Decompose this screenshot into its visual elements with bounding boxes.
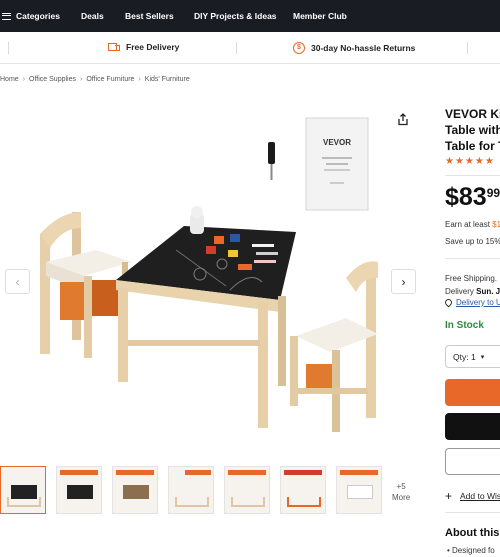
manual-brand: VEVOR (323, 138, 351, 147)
delivery-date: Sun. J (476, 287, 500, 296)
free-delivery-promo[interactable]: Free Delivery (108, 42, 179, 52)
breadcrumb-home[interactable]: Home (0, 76, 19, 83)
share-icon (398, 112, 408, 125)
chevron-right-icon: › (22, 76, 26, 83)
price-dollars: $83 (445, 183, 487, 211)
product-price: $83 99 (445, 183, 500, 212)
thumbnail-image (116, 470, 154, 475)
thumbnail-strip (0, 466, 430, 516)
thumbnail-image (347, 485, 373, 499)
thumbnail-2[interactable] (56, 466, 102, 514)
chevron-right-icon: › (79, 76, 83, 83)
plus-icon: + (445, 489, 453, 503)
promo-divider (467, 42, 468, 54)
nav-link-best-sellers[interactable]: Best Sellers (125, 11, 174, 21)
thumbnail-4[interactable] (168, 466, 214, 514)
promo-divider (8, 42, 9, 54)
divider (445, 512, 500, 513)
earn-points-text: Earn at least $1 (445, 220, 500, 229)
share-button[interactable] (391, 107, 415, 131)
chevron-left-icon: ‹ (15, 274, 20, 289)
product-title-line: Table with (445, 123, 500, 137)
chevron-right-icon: › (401, 274, 406, 289)
nav-link-member-club[interactable]: Member Club (293, 11, 347, 21)
thumbnail-image (123, 485, 149, 499)
thumbnail-image (287, 497, 321, 507)
rating-stars[interactable]: ★★★★★ (445, 156, 495, 167)
buy-now-button[interactable] (445, 413, 500, 440)
thumbnail-6[interactable] (280, 466, 326, 514)
thumbnail-3[interactable] (112, 466, 158, 514)
divider (445, 175, 500, 176)
deliver-to-label: Delivery to U (456, 298, 500, 307)
breadcrumb: Home › Office Supplies › Office Furnitur… (0, 76, 190, 83)
wishlist-label: Add to Wis (460, 491, 500, 501)
about-heading: About this it (445, 527, 500, 539)
nav-link-deals[interactable]: Deals (81, 11, 104, 21)
stock-status: In Stock (445, 320, 484, 331)
thumbnail-1[interactable] (0, 466, 46, 514)
thumbnail-image (185, 470, 211, 475)
add-to-cart-button[interactable] (445, 379, 500, 406)
chevron-right-icon: › (138, 76, 141, 83)
quantity-select[interactable]: Qty: 1 ▾ (445, 345, 500, 368)
table-image (116, 226, 296, 428)
chevron-down-icon: ▾ (480, 353, 485, 361)
gallery-prev-button[interactable]: ‹ (5, 269, 30, 294)
nav-link-diy-projects[interactable]: DIY Projects & Ideas (194, 11, 277, 21)
thumbnail-image (231, 497, 265, 507)
price-cents: 99 (486, 186, 500, 200)
promo-divider (236, 42, 237, 54)
delivery-line: Delivery Sun. J (445, 285, 500, 298)
shipping-line: Free Shipping. (445, 274, 498, 283)
breadcrumb-kids-furniture[interactable]: Kids' Furniture (145, 76, 190, 83)
qty-label: Qty: (453, 351, 469, 362)
right-chair-image (290, 261, 378, 432)
free-delivery-label: Free Delivery (126, 42, 180, 52)
screwdriver-image (268, 142, 275, 180)
delivery-prefix: Delivery (445, 287, 477, 296)
thumbnail-image (60, 470, 98, 475)
product-main-image[interactable]: VEVOR (0, 100, 430, 460)
more-thumbnails-button[interactable]: +5 More (392, 481, 410, 503)
thumbnail-7[interactable] (336, 466, 382, 514)
thumbnail-image (67, 485, 93, 499)
dollar-return-icon: $ (293, 42, 305, 54)
breadcrumb-office-supplies[interactable]: Office Supplies (29, 76, 76, 83)
thumbnail-5[interactable] (224, 466, 270, 514)
breadcrumb-office-furniture[interactable]: Office Furniture (86, 76, 134, 83)
shipping-info: Free Shipping. Delivery Sun. J (445, 272, 500, 298)
earn-amount: $1 (492, 220, 500, 229)
product-title-line: VEVOR Kids (445, 107, 500, 121)
returns-promo[interactable]: $ 30-day No-hassle Returns (293, 42, 415, 54)
hamburger-icon (2, 12, 11, 20)
save-text: Save up to 15% (445, 237, 500, 246)
location-pin-icon (443, 297, 454, 308)
qty-value: 1 (470, 351, 476, 362)
categories-menu[interactable]: Categories (2, 11, 60, 21)
categories-label: Categories (16, 11, 60, 21)
thumbnail-image (7, 497, 41, 507)
more-label: More (392, 493, 411, 502)
secondary-action-button[interactable] (445, 448, 500, 475)
returns-label: 30-day No-hassle Returns (311, 43, 416, 53)
thumbnail-image (340, 470, 378, 475)
thumbnail-image (175, 497, 209, 507)
product-title-line: Table for T (445, 139, 500, 153)
manual-image: VEVOR (305, 117, 369, 211)
more-count: +5 (396, 482, 406, 491)
about-bullet: • Designed fo (447, 546, 495, 555)
product-title: VEVOR Kids Table with Table for T (445, 106, 500, 154)
thumbnail-image (284, 470, 322, 475)
deliver-to-link[interactable]: Delivery to U (443, 297, 500, 308)
gallery-next-button[interactable]: › (391, 269, 416, 294)
promo-bar: Free Delivery $ 30-day No-hassle Returns (0, 32, 500, 64)
top-nav: Categories Deals Best Sellers DIY Projec… (0, 0, 500, 32)
truck-icon (108, 42, 120, 52)
thumbnail-image (228, 470, 266, 475)
divider (445, 258, 500, 259)
earn-prefix: Earn at least (445, 220, 493, 229)
add-to-wishlist-link[interactable]: + Add to Wis (445, 489, 500, 503)
